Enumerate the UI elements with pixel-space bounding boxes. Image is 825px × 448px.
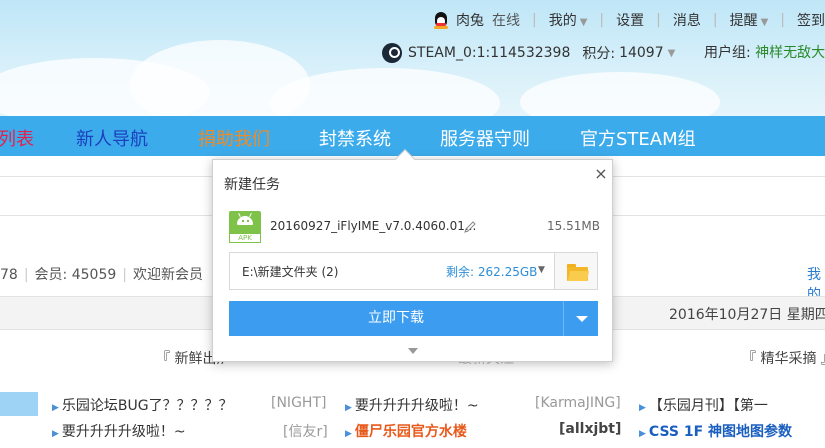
divider: | <box>780 12 785 28</box>
thread-link[interactable]: ▶ 【乐园月刊】【第一 <box>639 395 768 415</box>
thread-title: 【乐园月刊】【第一 <box>648 398 768 414</box>
steam-id: STEAM_0:1:114532398 <box>408 45 571 61</box>
my-menu-label: 我的 <box>548 13 577 29</box>
settings-link[interactable]: 设置 <box>616 10 644 30</box>
current-date: 2016年10月27日 星期四 <box>669 307 825 323</box>
edit-pencil-icon[interactable] <box>463 220 477 234</box>
thread-title: 要升升升升级啦！~ <box>354 398 479 414</box>
reminders-menu[interactable]: 提醒 ▼ <box>730 10 769 30</box>
group-value[interactable]: 神样无敌大 <box>755 45 825 61</box>
thread-link[interactable]: ▶ 乐园论坛BUG了？？？？？ <box>52 395 233 415</box>
save-path-value: E:\新建文件夹 (2) <box>242 265 339 279</box>
thread-title: 僵尸乐园官方水楼 <box>354 424 467 440</box>
nav-item-steam-group[interactable]: 官方STEAM组 <box>580 125 696 151</box>
nav-item-server-rules[interactable]: 服务器守则 <box>440 125 530 151</box>
group-label: 用户组: <box>704 45 751 61</box>
chevron-down-icon[interactable]: ▼ <box>668 48 676 59</box>
thread-link[interactable]: ▶ 要升升升升级啦！~ <box>52 421 186 441</box>
main-nav: 列表 新人导航 捐助我们 封禁系统 服务器守则 官方STEAM组 <box>0 116 825 156</box>
bullet-arrow-icon: ▶ <box>52 403 59 413</box>
thread-link[interactable]: ▶ 僵尸乐园官方水楼 <box>345 421 467 441</box>
points-value[interactable]: 14097 <box>619 45 664 61</box>
stats-count: 78 <box>0 267 18 283</box>
thread-author[interactable]: [信友r] <box>283 421 328 441</box>
thread-author[interactable]: [NIGHT] <box>271 395 326 411</box>
members-label: 会员: <box>34 267 68 283</box>
welcome-new-member: 欢迎新会员 <box>132 267 203 283</box>
bullet-arrow-icon: ▶ <box>639 403 646 413</box>
nav-item-list[interactable]: 列表 <box>0 125 34 151</box>
points-label: 积分: <box>582 46 616 62</box>
divider: | <box>656 12 661 28</box>
reminders-label: 提醒 <box>729 13 758 29</box>
download-options-dropdown-icon[interactable] <box>563 301 598 336</box>
file-size: 15.51MB <box>547 219 600 233</box>
thread-title: 乐园论坛BUG了？？？？？ <box>61 398 233 414</box>
thread-link[interactable]: ▶ 要升升升升级啦！~ <box>345 395 479 415</box>
divider: | <box>532 12 537 28</box>
file-name: 20160927_iFlyIME_v7.0.4060.01... <box>270 219 477 233</box>
thread-author[interactable]: [allxjbt] <box>559 421 621 437</box>
chevron-down-icon: ▼ <box>579 17 588 28</box>
divider: | <box>23 267 29 283</box>
thread-title: CSS 1F 神图地图参数 <box>648 424 793 440</box>
online-status: 在线 <box>492 13 520 29</box>
forum-stats: 78 | 会员: 45059 | 欢迎新会员 <box>0 264 203 284</box>
cloud-decoration <box>520 72 720 116</box>
thread-title: 要升升升升级啦！~ <box>61 424 186 440</box>
dropdown-caret-icon: ▼ <box>538 265 545 275</box>
username-link[interactable]: 肉兔 <box>456 10 484 30</box>
bullet-arrow-icon: ▶ <box>345 403 352 413</box>
thread-link[interactable]: ▶ CSS 1F 神图地图参数 <box>639 421 792 441</box>
divider: | <box>122 267 127 283</box>
steam-info: STEAM_0:1:114532398 积分: 14097 ▼ <box>382 42 675 64</box>
divider: | <box>712 12 718 28</box>
divider: | <box>599 12 605 28</box>
bullet-arrow-icon: ▶ <box>345 429 352 439</box>
members-value: 45059 <box>71 267 117 283</box>
nav-item-donate[interactable]: 捐助我们 <box>198 125 270 151</box>
site-header: 肉兔 在线 | 我的▼ | 设置 | 消息 | 提醒▼ | 签到领奖! STEA… <box>0 0 825 116</box>
apk-file-icon: APK <box>229 211 261 243</box>
section-featured[interactable]: 『 精华采摘 』 <box>742 348 825 368</box>
messages-link[interactable]: 消息 <box>673 10 701 30</box>
file-type-label: APK <box>229 233 261 243</box>
dialog-title: 新建任务 <box>224 177 280 193</box>
expand-chevron-icon[interactable] <box>408 348 418 354</box>
new-download-dialog: 新建任务 × APK 20160927_iFlyIME_v7.0.4060.01… <box>212 149 613 362</box>
qq-penguin-icon <box>432 11 450 29</box>
steam-icon <box>382 43 402 63</box>
thread-author[interactable]: [KarmaJING] <box>535 395 621 411</box>
browse-folder-button[interactable] <box>554 252 598 290</box>
save-path-select[interactable]: E:\新建文件夹 (2) 剩余: 262.25GB ▼ <box>229 252 555 290</box>
bullet-arrow-icon: ▶ <box>52 429 59 439</box>
free-space: 剩余: 262.25GB <box>446 265 538 279</box>
signin-reward-link[interactable]: 签到领奖! <box>797 10 825 30</box>
user-group: 用户组: 神样无敌大 <box>704 42 825 62</box>
bullet-arrow-icon: ▶ <box>639 429 646 439</box>
user-toolbar: 肉兔 在线 | 我的▼ | 设置 | 消息 | 提醒▼ | 签到领奖! <box>432 9 825 31</box>
chevron-down-icon: ▼ <box>760 17 769 28</box>
download-now-button[interactable]: 立即下载 <box>229 301 563 336</box>
my-menu[interactable]: 我的 ▼ <box>549 10 588 30</box>
nav-item-ban-system[interactable]: 封禁系统 <box>319 125 391 151</box>
close-icon[interactable]: × <box>593 166 609 182</box>
nav-item-newbie-guide[interactable]: 新人导航 <box>76 125 148 151</box>
side-tab[interactable] <box>0 392 38 416</box>
